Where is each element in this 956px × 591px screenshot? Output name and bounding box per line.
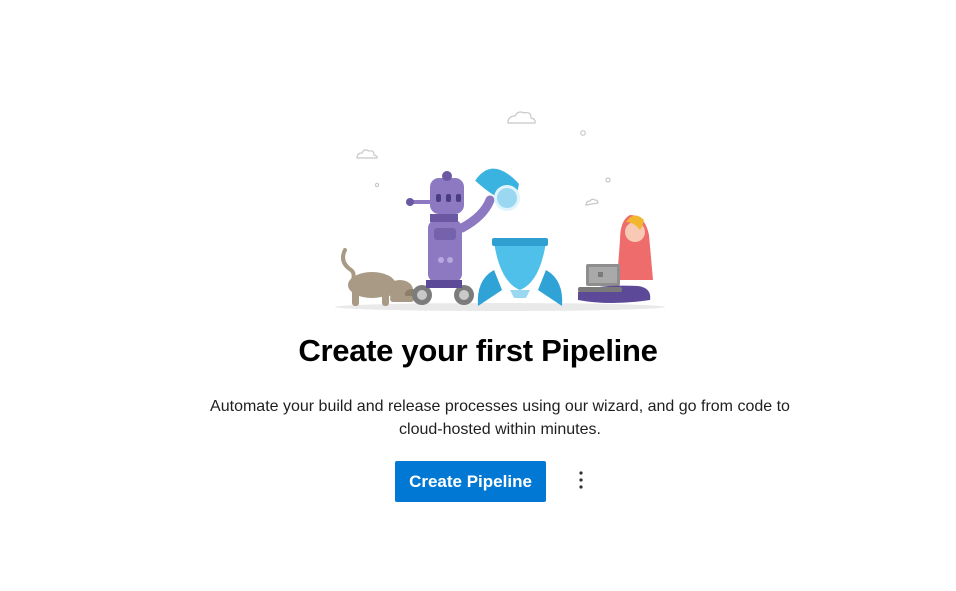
page-title: Create your first Pipeline xyxy=(298,333,658,368)
page-description: Automate your build and release processe… xyxy=(210,398,790,438)
more-actions-button[interactable] xyxy=(567,464,595,500)
create-pipeline-button[interactable]: Create Pipeline xyxy=(395,461,546,502)
empty-state-page: Create your first Pipeline Automate your… xyxy=(0,0,956,591)
pipeline-illustration xyxy=(330,100,680,315)
more-vertical-icon xyxy=(579,470,583,493)
action-bar: Create Pipeline xyxy=(395,461,595,502)
